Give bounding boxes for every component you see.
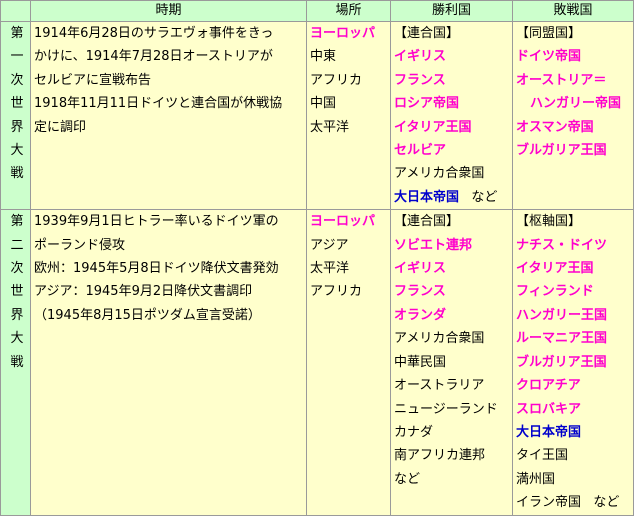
ww2-name: 第 二 次 世 界 大 戦	[0, 209, 31, 516]
header-defeated: 敗戦国	[512, 0, 634, 22]
ww1-victors: 【連合国】 イギリス フランス ロシア帝国 イタリア王国 セルビア アメリカ合衆…	[390, 20, 513, 211]
world-wars-table: 時期 場所 勝利国 敗戦国 第 一 次 世 界 大 戦 1914年6月28日のサ…	[0, 0, 634, 516]
ww1-defeated: 【同盟国】 ドイツ帝国 オーストリア＝ ハンガリー帝国 オスマン帝国 ブルガリア…	[512, 20, 634, 211]
header-place: 場所	[306, 0, 391, 22]
ww2-defeated-japan: 大日本帝国	[516, 424, 582, 440]
header-period: 時期	[30, 0, 307, 22]
ww2-places: ヨーロッパ アジア 太平洋 アフリカ	[306, 209, 391, 516]
ww2-period: 1939年9月1日ヒトラー率いるドイツ軍の ポーランド侵攻 欧州：1945年5月…	[30, 209, 307, 516]
ww1-places: ヨーロッパ 中東 アフリカ 中国 太平洋	[306, 20, 391, 211]
header-blank	[0, 0, 31, 22]
header-victors: 勝利国	[390, 0, 513, 22]
ww1-victor-japan: 大日本帝国	[394, 189, 460, 205]
ww1-name: 第 一 次 世 界 大 戦	[0, 20, 31, 211]
ww2-defeated: 【枢軸国】 ナチス・ドイツ イタリア王国 フィンランド ハンガリー王国 ルーマニ…	[512, 209, 634, 516]
header-row: 時期 場所 勝利国 敗戦国	[0, 0, 634, 22]
ww2-victors: 【連合国】 ソビエト連邦 イギリス フランス オランダ アメリカ合衆国 中華民国…	[390, 209, 513, 516]
ww1-period: 1914年6月28日のサラエヴォ事件をきっ かけに、1914年7月28日オースト…	[30, 20, 307, 211]
ww1-row: 第 一 次 世 界 大 戦 1914年6月28日のサラエヴォ事件をきっ かけに、…	[0, 20, 634, 211]
ww2-row: 第 二 次 世 界 大 戦 1939年9月1日ヒトラー率いるドイツ軍の ポーラン…	[0, 209, 634, 516]
